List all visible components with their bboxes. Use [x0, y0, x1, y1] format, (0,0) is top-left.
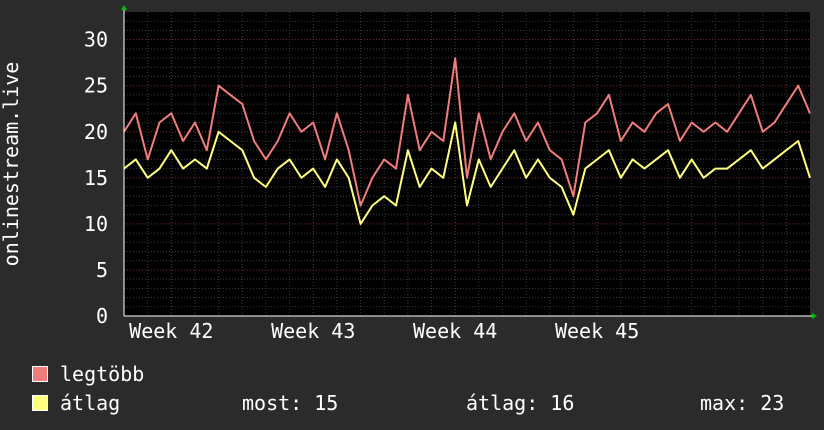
x-axis-arrow: [812, 313, 817, 319]
y-tick-label: 30: [84, 28, 108, 52]
x-tick-labels: Week 42 Week 43 Week 44 Week 45: [129, 319, 639, 343]
y-tick-label: 5: [96, 258, 108, 282]
y-axis-arrow: [121, 5, 127, 10]
y-tick-label: 0: [96, 304, 108, 328]
legend-label-avg: átlag: [60, 391, 121, 415]
legend-label-max: legtöbb: [60, 362, 145, 386]
stat-now: most: 15: [242, 391, 339, 415]
legend-swatch-max: [32, 366, 48, 382]
y-tick-label: 15: [84, 166, 108, 190]
x-tick-label: Week 42: [129, 319, 213, 343]
y-tick-label: 10: [84, 212, 108, 236]
y-tick-label: 20: [84, 120, 108, 144]
y-tick-label: 25: [84, 74, 108, 98]
y-tick-labels: 0 5 10 15 20 25 30: [84, 28, 108, 328]
x-tick-label: Week 45: [555, 319, 639, 343]
stat-average: átlag: 16: [466, 391, 575, 415]
x-tick-label: Week 43: [271, 319, 355, 343]
stat-max: max: 23: [700, 391, 785, 415]
y-axis-label: onlinestream.live: [0, 62, 23, 267]
legend-swatch-avg: [32, 395, 48, 411]
x-tick-label: Week 44: [413, 319, 497, 343]
